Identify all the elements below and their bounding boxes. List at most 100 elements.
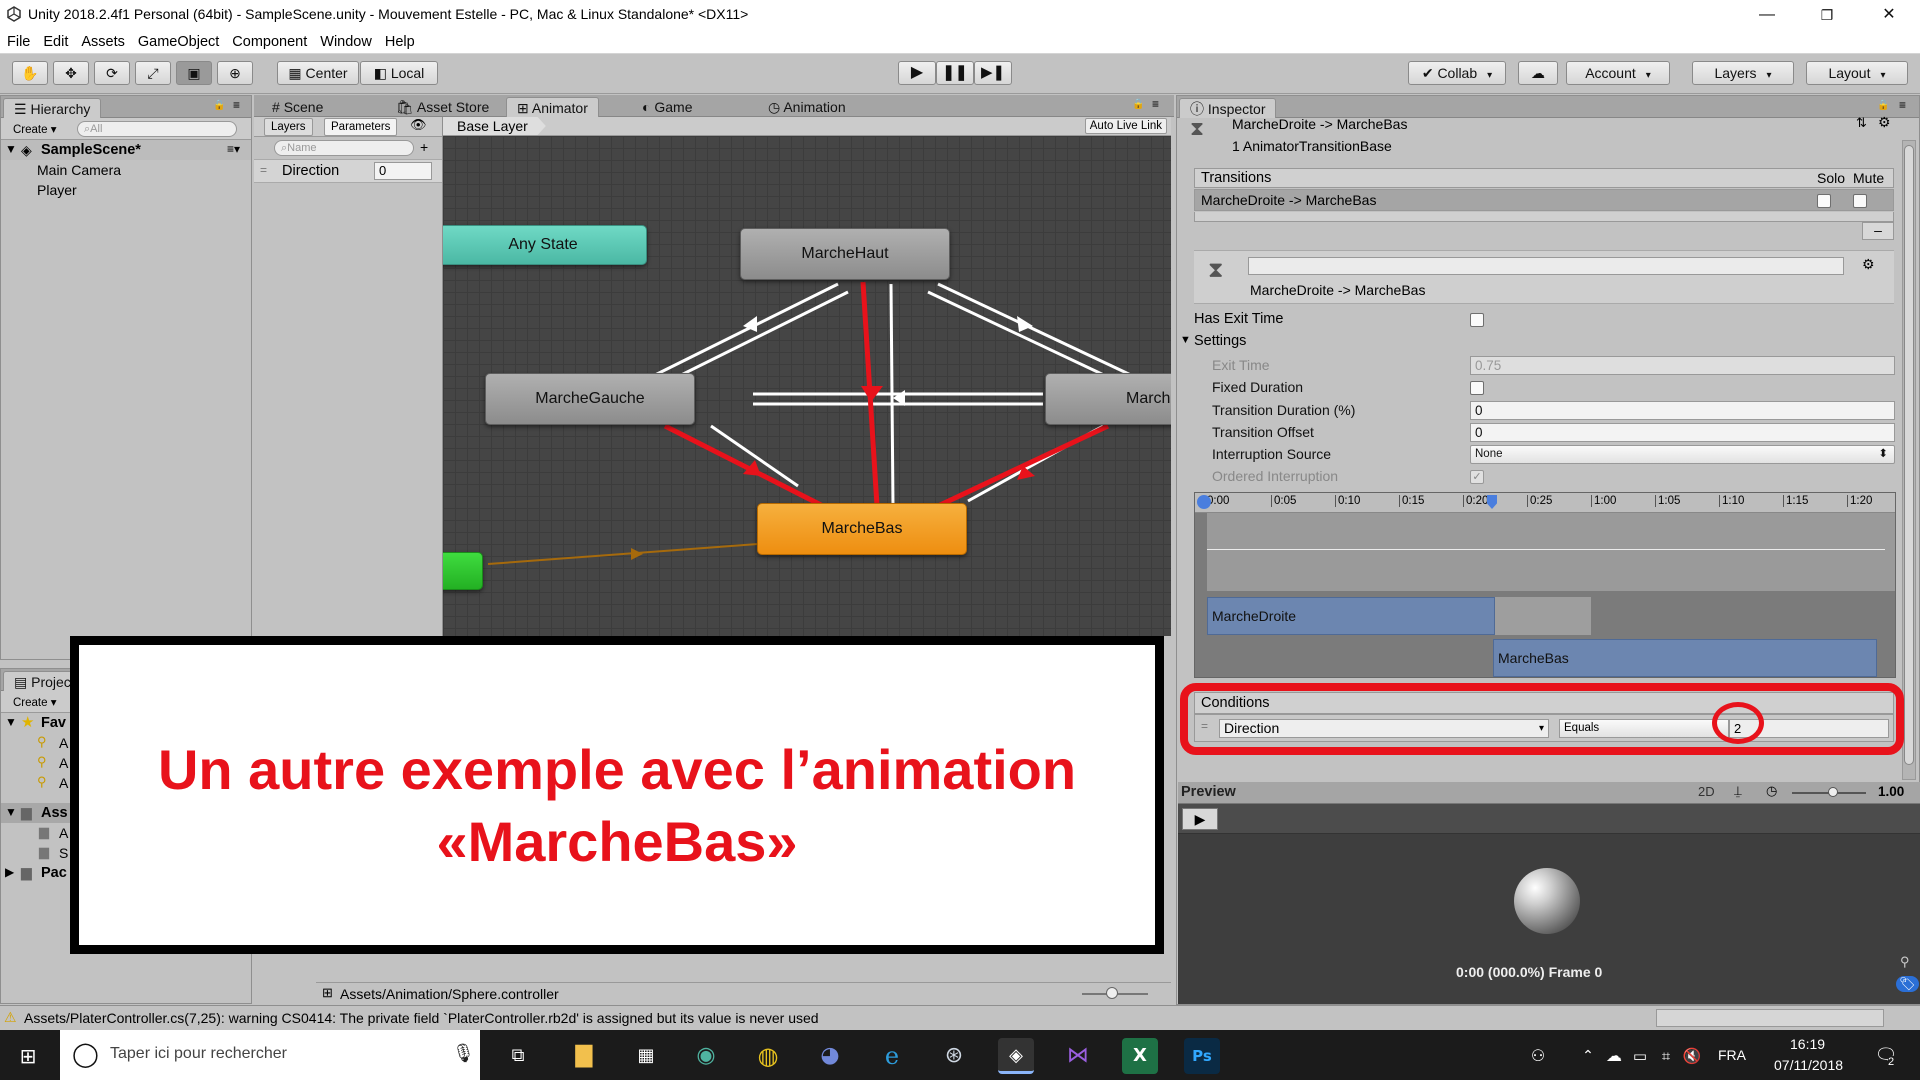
zoom-slider-handle[interactable] <box>1106 987 1118 999</box>
discord-icon[interactable]: ◕ <box>812 1038 848 1074</box>
exit-time-field[interactable]: 0.75 <box>1470 356 1895 375</box>
tab-animation[interactable]: ◷ Animation <box>758 97 856 117</box>
hierarchy-item[interactable]: Player <box>1 180 251 200</box>
microphone-icon[interactable]: 🎙 <box>452 1043 475 1064</box>
interruption-source-dropdown[interactable]: None ⬍ <box>1470 445 1895 464</box>
transition-list-item[interactable]: MarcheDroite -> MarcheBas <box>1194 189 1894 211</box>
tab-hierarchy[interactable]: ☰ Hierarchy <box>3 98 102 118</box>
gear-icon[interactable]: ⚙ <box>1878 114 1891 131</box>
lock-icon[interactable]: 🔒 <box>213 100 225 111</box>
status-bar[interactable]: ⚠ Assets/PlaterController.cs(7,25): warn… <box>0 1005 1920 1030</box>
hand-tool-button[interactable]: ✋ <box>12 61 48 85</box>
panel-menu-icon[interactable]: ≡ <box>1152 97 1159 111</box>
step-button[interactable]: ▶❚ <box>974 61 1012 85</box>
play-button[interactable]: ▶ <box>898 61 936 85</box>
steam-icon[interactable]: ⊛ <box>936 1038 972 1074</box>
state-node-marche-bas[interactable]: MarcheBas <box>757 503 967 555</box>
preview-viewport[interactable]: ▶ 0:00 (000.0%) Frame 0 ⚲ 🏷 <box>1178 804 1920 1004</box>
transition-name-input[interactable] <box>1248 257 1844 275</box>
scale-tool-button[interactable]: ⤢ <box>135 61 171 85</box>
mute-checkbox[interactable] <box>1853 194 1867 208</box>
hierarchy-search-input[interactable]: ⌕All <box>77 121 237 137</box>
settings-label[interactable]: Settings <box>1194 333 1246 349</box>
unity-taskbar-icon[interactable]: ◈ <box>998 1038 1034 1074</box>
clip-to-bar[interactable]: MarcheBas <box>1493 639 1877 677</box>
project-create-button[interactable]: Create ▾ <box>13 695 57 709</box>
file-explorer-icon[interactable]: ▇ <box>566 1038 602 1074</box>
menu-gameobject[interactable]: GameObject <box>131 30 225 50</box>
hierarchy-create-button[interactable]: Create ▾ <box>13 122 57 136</box>
collab-dropdown[interactable]: ✔ Collab <box>1408 61 1506 85</box>
fixed-duration-checkbox[interactable] <box>1470 381 1484 395</box>
clock-date[interactable]: 07/11/2018 <box>1774 1057 1843 1073</box>
bone-icon[interactable]: ⚲ <box>1900 954 1910 970</box>
remove-transition-button[interactable]: – <box>1862 222 1894 240</box>
timeline-start-marker[interactable] <box>1197 495 1211 509</box>
move-tool-button[interactable]: ✥ <box>53 61 89 85</box>
parameter-row[interactable]: = Direction 0 <box>254 159 442 183</box>
expand-arrow-icon[interactable]: ▼ <box>5 715 17 729</box>
menu-component[interactable]: Component <box>225 30 313 50</box>
account-dropdown[interactable]: Account <box>1566 61 1670 85</box>
tab-parameters[interactable]: Parameters <box>324 118 398 136</box>
any-state-node[interactable]: Any State <box>443 225 647 265</box>
solo-checkbox[interactable] <box>1817 194 1831 208</box>
calculator-icon[interactable]: ▦ <box>628 1038 664 1074</box>
excel-icon[interactable]: X <box>1122 1038 1158 1074</box>
scrollbar-thumb[interactable] <box>1904 145 1914 765</box>
speed-icon[interactable]: ◷ <box>1766 783 1777 799</box>
menu-window[interactable]: Window <box>313 30 378 50</box>
transform-tool-button[interactable]: ⊕ <box>217 61 253 85</box>
tab-game[interactable]: ◐ Game <box>632 97 702 117</box>
expand-arrow-icon[interactable]: ▼ <box>5 805 17 819</box>
state-node-marche-haut[interactable]: MarcheHaut <box>740 228 950 280</box>
has-exit-time-checkbox[interactable] <box>1470 313 1484 327</box>
rect-tool-button[interactable]: ▣ <box>176 61 212 85</box>
parameter-search-input[interactable]: ⌕Name <box>274 140 414 156</box>
menu-help[interactable]: Help <box>378 30 421 50</box>
preview-timeline[interactable] <box>1178 804 1920 834</box>
inspector-scrollbar[interactable] <box>1902 140 1916 780</box>
tab-inspector[interactable]: ⓘ Inspector <box>1179 98 1277 118</box>
expand-arrow-icon[interactable]: ▼ <box>5 142 17 156</box>
task-view-icon[interactable]: ⧉ <box>500 1038 536 1074</box>
panel-menu-icon[interactable]: ≡ <box>233 98 240 112</box>
language-indicator[interactable]: FRA <box>1718 1047 1746 1063</box>
lock-icon[interactable]: 🔒 <box>1132 99 1144 110</box>
eye-icon[interactable]: 👁 <box>410 117 427 133</box>
preview-speed-handle[interactable] <box>1828 787 1838 797</box>
scene-menu-icon[interactable]: ≡▾ <box>227 142 240 156</box>
edge-icon[interactable]: e <box>874 1038 910 1074</box>
notification-icon[interactable]: 🗨 <box>1868 1038 1904 1074</box>
animator-graph[interactable]: Any State MarcheHaut MarcheGauche March … <box>443 136 1171 636</box>
rotate-tool-button[interactable]: ⟳ <box>94 61 130 85</box>
maximize-button[interactable]: ❐ <box>1804 2 1850 28</box>
expand-arrow-icon[interactable]: ▶ <box>5 865 14 879</box>
preview-2d-button[interactable]: 2D <box>1698 784 1715 799</box>
menu-edit[interactable]: Edit <box>36 30 74 50</box>
layers-dropdown[interactable]: Layers <box>1692 61 1794 85</box>
cloud-button[interactable]: ☁ <box>1518 61 1558 85</box>
scene-row[interactable]: ▼ ◈ SampleScene* ≡▾ <box>1 140 251 160</box>
tab-asset-store[interactable]: 🛍 Asset Store <box>386 97 499 117</box>
add-parameter-button[interactable]: + <box>420 139 428 155</box>
panel-menu-icon[interactable]: ≡ <box>1899 98 1906 112</box>
state-node-marche-droite[interactable]: March <box>1045 373 1171 425</box>
people-icon[interactable]: ⚇ <box>1520 1038 1556 1074</box>
transition-duration-field[interactable]: 0 <box>1470 401 1895 420</box>
pivot-center-button[interactable]: ▦ Center <box>277 61 359 85</box>
menu-assets[interactable]: Assets <box>74 30 131 50</box>
hierarchy-item[interactable]: Main Camera <box>1 160 251 180</box>
gear-icon[interactable]: ⚙ <box>1862 256 1875 273</box>
breadcrumb-base-layer[interactable]: Base Layer <box>443 117 546 135</box>
tag-icon[interactable]: 🏷 <box>1896 976 1919 992</box>
photoshop-icon[interactable]: Ps <box>1184 1038 1220 1074</box>
pivot-icon[interactable]: ⍊ <box>1734 783 1742 799</box>
app-icon[interactable]: ◉ <box>688 1038 724 1074</box>
minimize-button[interactable]: — <box>1744 2 1790 28</box>
clip-from-bar[interactable]: MarcheDroite <box>1207 597 1495 635</box>
tab-layers[interactable]: Layers <box>264 118 313 136</box>
close-button[interactable]: ✕ <box>1866 2 1912 28</box>
lock-icon[interactable]: 🔒 <box>1877 100 1889 111</box>
collapse-arrow-icon[interactable]: ▼ <box>1180 334 1191 346</box>
